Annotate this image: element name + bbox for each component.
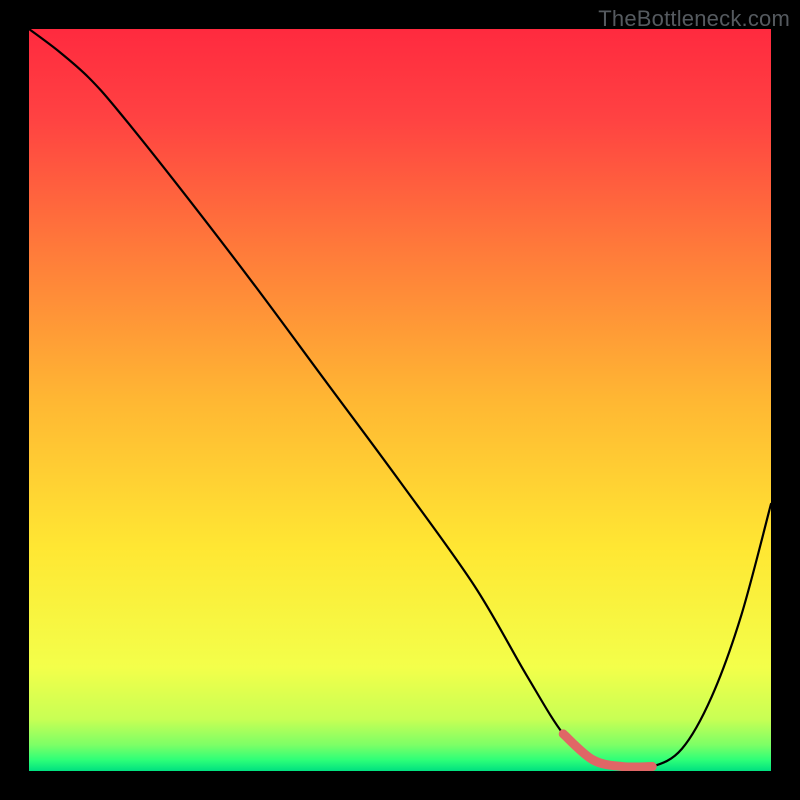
chart-svg	[29, 29, 771, 771]
gradient-background	[29, 29, 771, 771]
chart-frame	[29, 29, 771, 771]
